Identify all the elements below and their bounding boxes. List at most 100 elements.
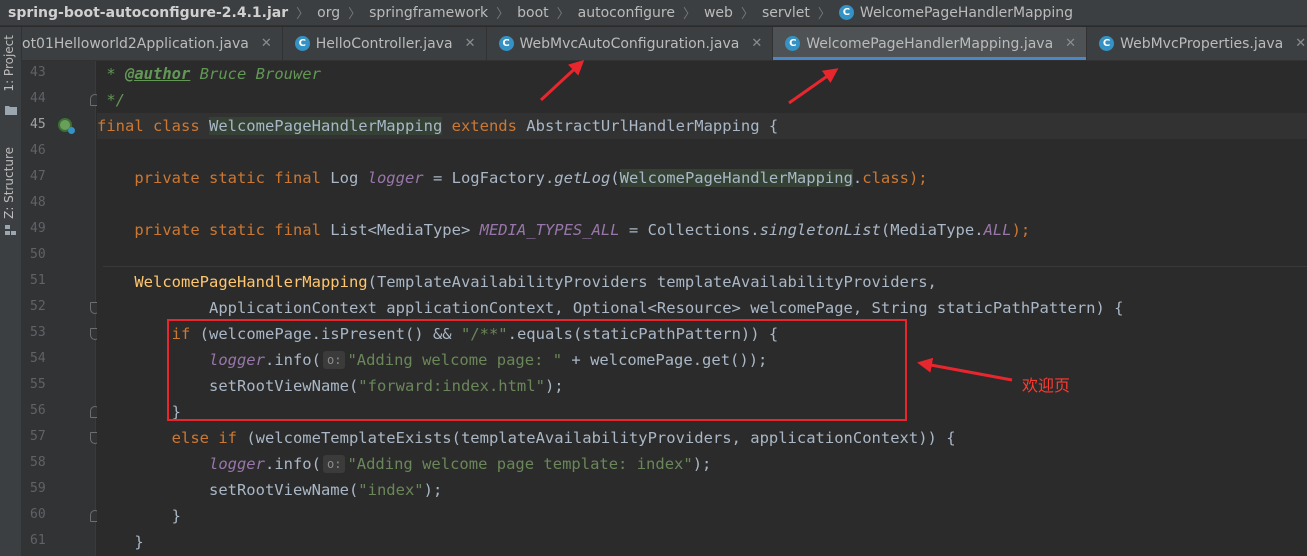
breadcrumb-current-label: WelcomePageHandlerMapping [859,4,1074,21]
structure-icon [5,225,16,235]
tab-webmvc-properties[interactable]: C WebMvcProperties.java ✕ [1087,27,1307,60]
breadcrumb-boot[interactable]: boot [517,5,549,21]
code-text: = LogFactory. [423,169,555,187]
line-number: 56 [30,403,46,418]
gutter-line: 54 [22,347,96,373]
gutter-line: 47 [22,165,96,191]
class-icon: C [1099,36,1115,51]
gutter-line: 61 [22,529,96,555]
breadcrumb-org[interactable]: org [317,5,340,21]
code-line: else if (welcomeTemplateExists(templateA… [97,425,1307,451]
breadcrumb-jar[interactable]: spring-boot-autoconfigure-2.4.1.jar [8,5,288,21]
line-number: 47 [30,169,46,184]
code-text: } [97,507,181,525]
tab-application[interactable]: ot01Helloworld2Application.java ✕ [22,27,283,60]
line-number: 61 [30,533,46,548]
code-text: ); [423,481,443,499]
gutter-line: 53 [22,321,100,347]
code-line: * @author Bruce Brouwer [97,61,1307,87]
doc-comment: */ [97,91,125,109]
breadcrumb-web[interactable]: web [704,5,733,21]
code-text: ); [692,455,712,473]
code-text: List<MediaType> [330,221,480,239]
close-icon[interactable]: ✕ [1065,36,1076,51]
code-text: ApplicationContext applicationContext, O… [97,299,1124,317]
code-line: setRootViewName("index"); [97,477,1307,503]
tab-label: HelloController.java [315,35,453,52]
close-icon[interactable]: ✕ [465,36,476,51]
tab-label: WebMvcProperties.java [1120,35,1284,52]
gutter-line: 50 [22,243,96,269]
keyword: private static final [97,169,331,187]
line-number: 55 [30,377,46,392]
breadcrumb-servlet[interactable]: servlet [762,5,810,21]
breadcrumb-separator: 〉 [348,7,362,22]
editor-gutter: 43 44 45 46 47 48 49 50 51 52 53 54 55 5… [22,61,100,556]
breadcrumb-springframework[interactable]: springframework [369,5,488,21]
annotation-label: 欢迎页 [1022,376,1071,395]
breadcrumb-separator: 〉 [682,7,696,22]
gutter-line: 60 [22,503,100,529]
breadcrumb-autoconfigure[interactable]: autoconfigure [578,5,675,21]
code-text: AbstractUrlHandlerMapping { [526,117,779,135]
class-icon: C [785,36,801,51]
class-name: WelcomePageHandlerMapping [208,117,443,135]
close-icon[interactable]: ✕ [261,36,272,51]
line-number: 48 [30,195,46,210]
folder-icon [5,106,17,115]
code-editor[interactable]: * @author Bruce Brouwer */ final class W… [97,61,1307,556]
line-number: 52 [30,299,46,314]
gutter-line: 46 [22,139,96,165]
gutter-line: 57 [22,425,100,451]
line-number: 54 [30,351,46,366]
method-separator [103,266,1307,267]
gutter-line: 52 [22,295,100,321]
gutter-line: 43 [22,61,96,87]
breadcrumb: spring-boot-autoconfigure-2.4.1.jar 〉 or… [0,0,1307,26]
keyword: else if [171,429,237,447]
structure-tool-button[interactable]: Z: Structure [2,147,16,219]
parameter-hint: o: [322,455,346,473]
code-line: */ [97,87,1307,113]
line-number: 45 [30,117,46,132]
tab-webmvc-autoconfiguration[interactable]: C WebMvcAutoConfiguration.java ✕ [487,27,774,60]
class-icon: C [498,36,514,51]
class-name: WelcomePageHandlerMapping [619,169,853,187]
gutter-line: 55 [22,373,96,399]
tab-welcome-page-handler-mapping[interactable]: C WelcomePageHandlerMapping.java ✕ [773,27,1088,60]
close-icon[interactable]: ✕ [751,36,762,51]
tab-label: WebMvcAutoConfiguration.java [519,35,740,52]
breadcrumb-current-class[interactable]: C WelcomePageHandlerMapping [838,4,1074,21]
spring-bean-icon[interactable] [58,118,75,134]
doc-comment: Bruce Brouwer [190,65,321,83]
field: MEDIA_TYPES_ALL [479,221,620,239]
tab-label: ot01Helloworld2Application.java [22,35,249,52]
keyword: private static final [97,221,331,239]
line-number: 53 [30,325,46,340]
line-number: 46 [30,143,46,158]
code-text: .info( [264,455,321,473]
close-icon[interactable]: ✕ [1295,36,1306,51]
constructor-name: WelcomePageHandlerMapping [134,273,368,291]
line-number: 58 [30,455,46,470]
code-text: Log [330,169,368,187]
gutter-line: 51 [22,269,96,295]
annotation-highlight-box [167,319,907,421]
gutter-line: 59 [22,477,96,503]
code-text: ); [1011,221,1031,239]
method-call: singletonList [759,221,881,239]
project-tool-button[interactable]: 1: Project [2,35,16,92]
string-literal: "index" [358,481,424,499]
line-number: 50 [30,247,46,262]
code-text: (TemplateAvailabilityProviders templateA… [367,273,937,291]
code-text: setRootViewName( [97,481,359,499]
line-number: 57 [30,429,46,444]
tab-hello-controller[interactable]: C HelloController.java ✕ [283,27,487,60]
code-text: . [852,169,863,187]
code-line: logger.info(o: "Adding welcome page templ… [97,451,1307,477]
keyword: final class [97,117,209,135]
line-number: 51 [30,273,46,288]
code-line: private static final List<MediaType> MED… [97,217,1307,243]
